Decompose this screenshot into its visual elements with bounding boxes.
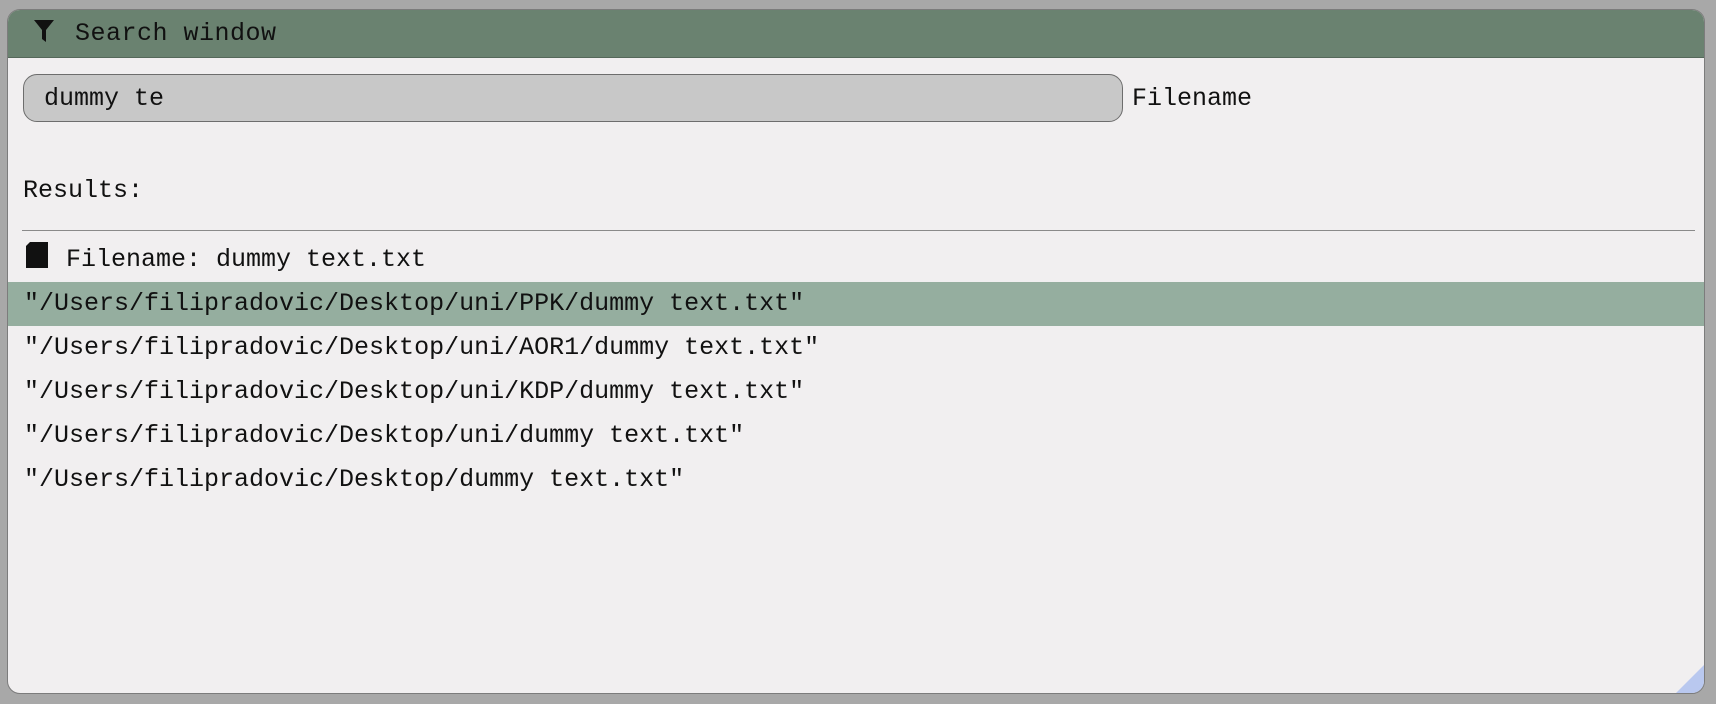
separator [22,230,1695,231]
file-icon [26,242,48,268]
window-titlebar[interactable]: Search window [8,10,1704,58]
result-row[interactable]: "/Users/filipradovic/Desktop/uni/KDP/dum… [8,370,1704,414]
result-row[interactable]: "/Users/filipradovic/Desktop/dummy text.… [8,458,1704,502]
search-row: Filename [23,74,1252,122]
result-group-header[interactable]: Filename: dummy text.txt [26,241,426,277]
search-input[interactable] [23,74,1123,122]
result-group-title: Filename: dummy text.txt [66,244,427,274]
search-window: Search window Filename Results: Filename… [7,9,1705,694]
filter-icon [33,19,55,43]
window-title: Search window [75,19,277,48]
resize-grip[interactable] [1674,663,1704,693]
search-mode-label: Filename [1132,83,1253,113]
result-row[interactable]: "/Users/filipradovic/Desktop/uni/dummy t… [8,414,1704,458]
results-label: Results: [23,176,144,205]
result-row[interactable]: "/Users/filipradovic/Desktop/uni/PPK/dum… [8,282,1704,326]
result-row[interactable]: "/Users/filipradovic/Desktop/uni/AOR1/du… [8,326,1704,370]
results-list: "/Users/filipradovic/Desktop/uni/PPK/dum… [8,282,1704,502]
